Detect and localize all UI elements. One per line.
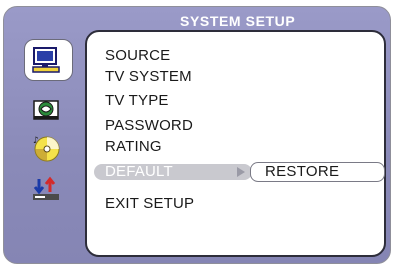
menu-item-default[interactable]: DEFAULT xyxy=(105,163,173,180)
menu-item-exit-setup[interactable]: EXIT SETUP xyxy=(105,195,194,212)
audio-setup-icon[interactable] xyxy=(30,95,62,123)
preference-setup-icon[interactable] xyxy=(30,175,62,203)
svg-text:♪: ♪ xyxy=(33,136,39,146)
menu-item-password[interactable]: PASSWORD xyxy=(105,117,193,134)
menu-item-tv-system[interactable]: TV SYSTEM xyxy=(105,68,192,85)
menu-item-source[interactable]: SOURCE xyxy=(105,47,170,64)
dolby-disc-icon[interactable]: ♪ xyxy=(30,134,62,162)
submenu-arrow-icon xyxy=(237,167,245,177)
menu-item-tv-type[interactable]: TV TYPE xyxy=(105,92,169,109)
stage: SYSTEM SETUP ♪ SOURCE TV SYSTEM TV TYPE … xyxy=(0,0,394,267)
general-setup-icon[interactable] xyxy=(30,46,62,74)
restore-option[interactable]: RESTORE xyxy=(250,162,385,182)
setup-window: SYSTEM SETUP ♪ SOURCE TV SYSTEM TV TYPE … xyxy=(3,6,391,264)
menu-item-rating[interactable]: RATING xyxy=(105,138,162,155)
window-title: SYSTEM SETUP xyxy=(180,13,296,29)
